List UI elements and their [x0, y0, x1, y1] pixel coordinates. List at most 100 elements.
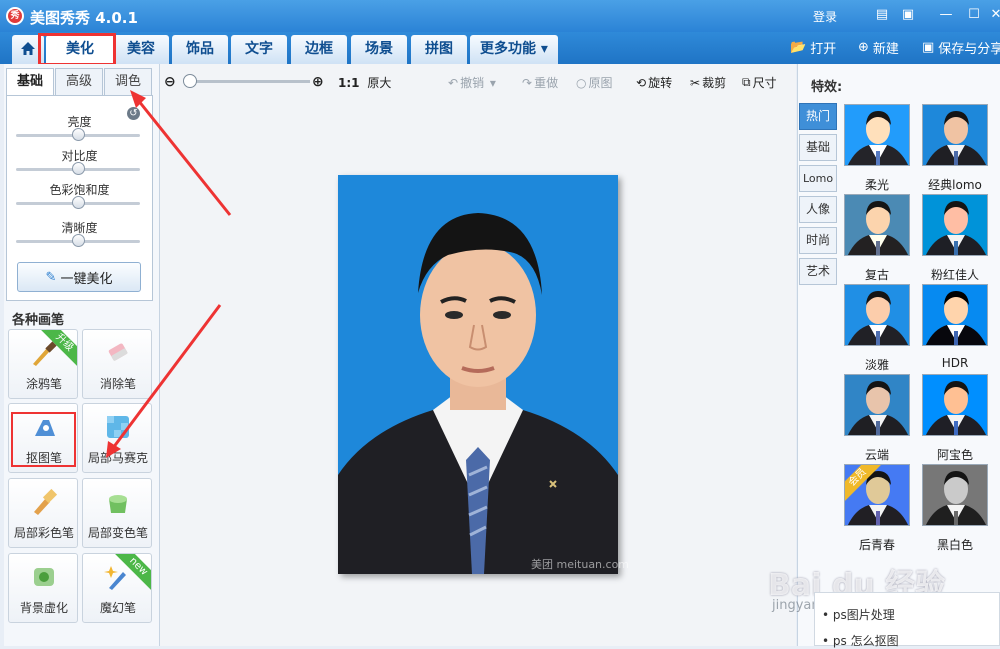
effects-heading: 特效:: [811, 80, 843, 95]
mosaic-pen-tool[interactable]: 局部马赛克: [82, 403, 152, 473]
effect-name: 黑白色: [936, 538, 973, 552]
saturation-slider-knob[interactable]: [72, 196, 85, 209]
effect-name: 柔光: [864, 178, 889, 192]
eraser-pen-tool[interactable]: 消除笔: [82, 329, 152, 399]
effect-thumbnail[interactable]: [844, 104, 910, 166]
color-change-icon: [109, 495, 127, 513]
effect-thumbnail[interactable]: [844, 194, 910, 256]
crop-button[interactable]: ✂ 裁剪: [690, 74, 726, 91]
title-bar: 秀 美图秀秀 4.0.1 登录 ▤ ▣ — ☐ ✕: [0, 0, 1000, 32]
login-link[interactable]: 登录: [813, 8, 837, 25]
tool-label: 局部变色笔: [87, 526, 148, 540]
highlight-box-beautify-tab: [38, 33, 116, 66]
menu-icon[interactable]: ▣: [900, 7, 916, 23]
magic-pen-tool[interactable]: new 魔幻笔: [82, 553, 152, 623]
contrast-slider-knob[interactable]: [72, 162, 85, 175]
one-key-beautify-button[interactable]: ✎ 一键美化: [17, 262, 141, 292]
tab-collage[interactable]: 拼图: [411, 35, 467, 64]
effect-name: HDR: [941, 356, 969, 370]
effect-thumbnail[interactable]: [922, 194, 988, 256]
subtab-advanced[interactable]: 高级: [55, 68, 103, 96]
zoom-in-button[interactable]: ⊕: [312, 74, 324, 90]
effect-thumbnail[interactable]: [844, 374, 910, 436]
redo-button[interactable]: ↷ 重做: [522, 74, 558, 91]
effects-category-basic[interactable]: 基础: [799, 134, 837, 161]
save-icon: ▣: [922, 40, 935, 55]
effect-name: 云端: [864, 448, 889, 462]
effect-name: 淡雅: [864, 358, 889, 372]
tool-label: 局部彩色笔: [13, 526, 74, 540]
save-share-button[interactable]: ▣ 保存与分享: [922, 38, 1000, 57]
original-size-button[interactable]: 1:1 原大: [338, 74, 391, 91]
new-label: 新建: [872, 42, 899, 57]
zoom-slider-knob[interactable]: [183, 74, 197, 88]
color-brush-icon: [34, 488, 58, 515]
tab-accessories[interactable]: 饰品: [172, 35, 228, 64]
related-link-1[interactable]: • ps图片处理: [822, 606, 895, 623]
main-nav: 美化 美容 饰品 文字 边框 场景 拼图 更多功能 ▾ 📂 打开 ⊕ 新建 ▣ 保存与…: [0, 32, 1000, 64]
resize-button[interactable]: ⧉ 尺寸: [742, 74, 777, 91]
edited-photo[interactable]: [338, 175, 618, 574]
tab-scenes[interactable]: 场景: [351, 35, 407, 64]
effect-thumbnail[interactable]: [922, 284, 988, 346]
original-icon: ○: [576, 75, 587, 90]
tab-more[interactable]: 更多功能 ▾: [470, 35, 558, 64]
original-label: 原图: [588, 76, 613, 90]
zoom-slider[interactable]: [186, 80, 310, 83]
sharpness-slider-knob[interactable]: [72, 234, 85, 247]
subtab-basic[interactable]: 基础: [6, 68, 54, 96]
effects-category-portrait[interactable]: 人像: [799, 196, 837, 223]
effect-thumbnail[interactable]: [922, 464, 988, 526]
zoom-out-icon: ⊖: [164, 74, 176, 90]
effect-name: 粉红佳人: [930, 268, 979, 282]
effects-category-fashion[interactable]: 时尚: [799, 227, 837, 254]
effect-name: 阿宝色: [936, 448, 973, 462]
plus-circle-icon: ⊕: [858, 40, 869, 55]
home-icon: [21, 42, 35, 55]
zoom-out-button[interactable]: ⊖: [164, 74, 176, 90]
brightness-slider-knob[interactable]: [72, 128, 85, 141]
effects-category-hot[interactable]: 热门: [799, 103, 837, 130]
background-blur-tool[interactable]: 背景虚化: [8, 553, 78, 623]
tab-text[interactable]: 文字: [231, 35, 287, 64]
save-share-label: 保存与分享: [938, 42, 1000, 57]
related-link-2[interactable]: • ps 怎么抠图: [822, 632, 899, 649]
minimize-icon[interactable]: —: [938, 7, 954, 23]
new-button[interactable]: ⊕ 新建: [858, 38, 899, 57]
effects-category-lomo[interactable]: Lomo: [799, 165, 837, 192]
effect-name: 复古: [864, 268, 889, 282]
subtab-color[interactable]: 调色: [104, 68, 152, 96]
doodle-pen-tool[interactable]: 升级 涂鸦笔: [8, 329, 78, 399]
effect-thumbnail[interactable]: [922, 104, 988, 166]
open-button[interactable]: 📂 打开: [790, 38, 836, 57]
original-image-button[interactable]: ○ 原图: [576, 74, 613, 91]
feedback-icon[interactable]: ▤: [874, 7, 890, 23]
effect-thumbnail[interactable]: [844, 284, 910, 346]
rotate-button[interactable]: ⟲ 旋转: [636, 74, 672, 91]
app-logo-icon: 秀: [6, 7, 24, 25]
app-title: 美图秀秀 4.0.1: [30, 9, 138, 27]
effect-thumbnail[interactable]: [922, 374, 988, 436]
redo-label: 重做: [534, 76, 559, 90]
resize-icon: ⧉: [742, 75, 751, 89]
eraser-icon: [108, 343, 128, 361]
undo-icon: ↶: [448, 75, 459, 90]
close-icon[interactable]: ✕: [988, 7, 1000, 23]
ratio-label: 1:1: [338, 75, 360, 90]
tab-beauty[interactable]: 美容: [113, 35, 169, 64]
mosaic-icon: [107, 416, 129, 438]
effect-name: 后青春: [858, 538, 895, 552]
tab-frames[interactable]: 边框: [291, 35, 347, 64]
local-recolor-pen-tool[interactable]: 局部变色笔: [82, 478, 152, 548]
zoom-in-icon: ⊕: [312, 74, 324, 90]
scissors-icon: ✂: [690, 75, 701, 90]
maximize-icon[interactable]: ☐: [966, 7, 982, 23]
effect-name: 经典lomo: [928, 178, 982, 192]
original-size-label: 原大: [367, 76, 392, 90]
effects-category-art[interactable]: 艺术: [799, 258, 837, 285]
undo-button[interactable]: ↶ 撤销 ▾: [448, 74, 496, 91]
effect-thumbnail[interactable]: 会员: [844, 464, 910, 526]
highlight-box-cutout-pen: [11, 412, 76, 467]
tool-label: 局部马赛克: [87, 451, 148, 465]
local-color-pen-tool[interactable]: 局部彩色笔: [8, 478, 78, 548]
